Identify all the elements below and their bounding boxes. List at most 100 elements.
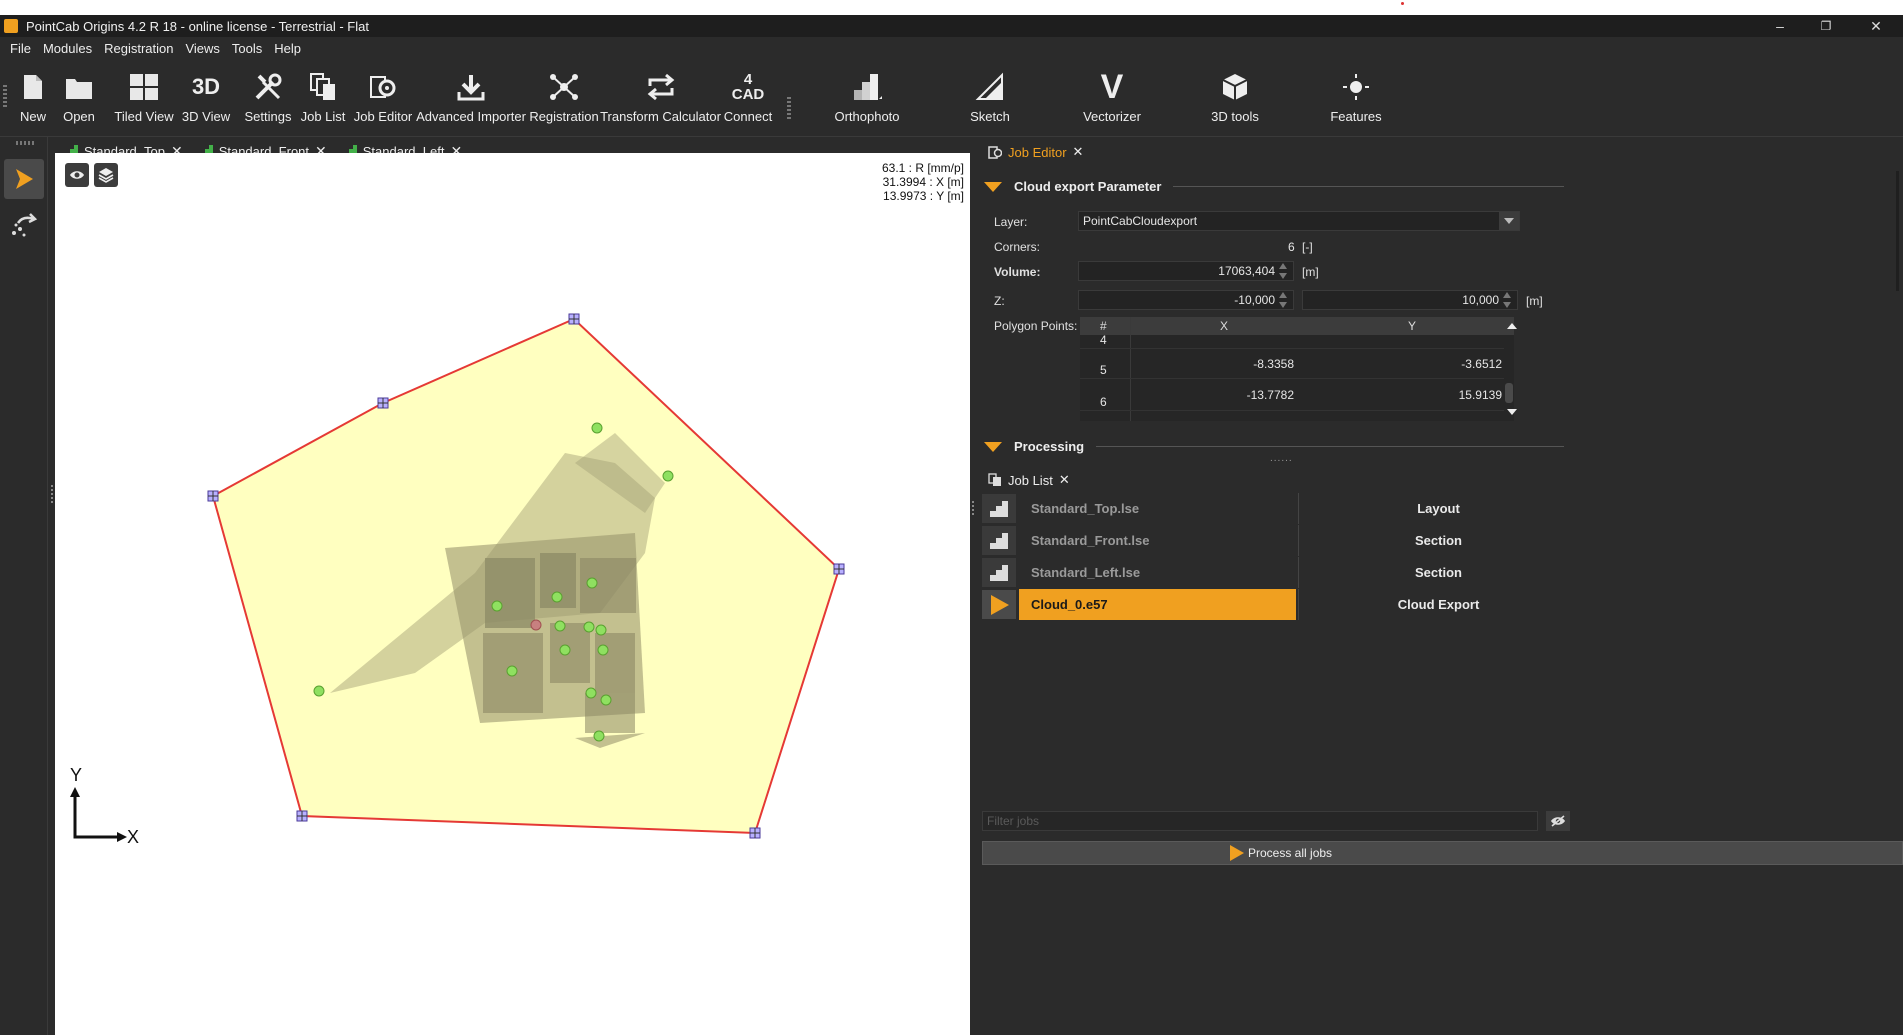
volume-label: Volume: xyxy=(994,265,1041,279)
polygon-points-table[interactable]: # X Y 4 5 -8.3358 -3.6512 6 -13.7782 15.… xyxy=(1080,317,1514,421)
volume-spinner[interactable] xyxy=(1279,263,1291,279)
panel-resize-handle[interactable] xyxy=(972,501,974,517)
left-tool-strip xyxy=(0,137,48,1035)
job-row-cloud-export[interactable]: Cloud_0.e57 Cloud Export xyxy=(982,589,1903,620)
vertex-handle xyxy=(749,827,761,839)
collapse-triangle-icon xyxy=(984,181,1002,192)
job-editor-panel-tab[interactable]: Job Editor ✕ xyxy=(988,143,1083,161)
layers-icon xyxy=(98,168,114,183)
cloud-export-section-header[interactable]: Cloud export Parameter xyxy=(984,179,1564,194)
vertex-handle xyxy=(833,563,845,575)
visibility-toggle-button[interactable] xyxy=(65,163,89,187)
point-path-tool-button[interactable] xyxy=(8,209,40,241)
settings-button[interactable]: Settings xyxy=(245,61,292,137)
pointcab-logo-icon xyxy=(4,19,18,33)
map-viewport[interactable]: Y X 63.1 : R [mm/p] 31.3994 : X [m] 13.9… xyxy=(55,153,970,1035)
select-tool-button[interactable] xyxy=(4,159,44,199)
orthophoto-job-icon xyxy=(982,526,1016,555)
z-max-input[interactable]: 10,000 xyxy=(1302,290,1518,310)
table-scroll-up-icon[interactable] xyxy=(1507,323,1517,329)
z-unit: [m] xyxy=(1526,294,1543,308)
menu-file[interactable]: File xyxy=(10,41,31,56)
new-button[interactable]: New xyxy=(20,61,46,137)
job-row-standard-front[interactable]: Standard_Front.lse Section xyxy=(982,525,1903,556)
job-row-standard-left[interactable]: Standard_Left.lse Section xyxy=(982,557,1903,588)
new-document-icon xyxy=(22,65,44,109)
editor-scrollbar[interactable] xyxy=(1896,171,1899,291)
corners-label: Corners: xyxy=(994,240,1041,254)
menu-tools[interactable]: Tools xyxy=(232,41,262,56)
layer-select[interactable]: PointCabCloudexport xyxy=(1078,211,1520,231)
3d-text-icon: 3D xyxy=(191,74,221,99)
corners-value: 6 xyxy=(1288,240,1295,254)
restore-button[interactable]: ❐ xyxy=(1803,15,1849,37)
connect-cad-button[interactable]: 4 CAD Connect xyxy=(724,61,772,137)
job-list-panel-tab[interactable]: Job List ✕ xyxy=(988,471,1070,489)
window-title: PointCab Origins 4.2 R 18 - online licen… xyxy=(26,18,369,34)
job-editor-button[interactable]: Job Editor xyxy=(354,61,412,137)
chevron-down-icon[interactable] xyxy=(1499,212,1519,230)
collapse-triangle-icon xyxy=(984,441,1002,452)
job-list-icon xyxy=(309,65,337,109)
panel-splitter[interactable]: ...... xyxy=(1270,453,1293,464)
cursor-arrow-icon xyxy=(16,169,33,189)
wrench-screwdriver-icon xyxy=(253,65,283,109)
open-button[interactable]: Open xyxy=(62,61,96,137)
right-panel: Job Editor ✕ Cloud export Parameter Laye… xyxy=(972,137,1903,1035)
3d-tools-button[interactable]: 3D tools xyxy=(1211,61,1259,137)
orthophoto-job-icon xyxy=(982,494,1016,523)
point-cloud-canvas[interactable] xyxy=(55,153,970,1035)
table-header: # X Y xyxy=(1080,317,1514,335)
registration-button[interactable]: Registration xyxy=(529,61,599,137)
play-icon xyxy=(982,590,1016,619)
close-button[interactable]: ✕ xyxy=(1853,15,1899,37)
z-max-spinner[interactable] xyxy=(1503,292,1515,308)
folder-icon xyxy=(64,65,94,109)
advanced-importer-button[interactable]: Advanced Importer xyxy=(416,61,526,137)
orthophoto-icon xyxy=(852,65,882,109)
toolbar-grip[interactable] xyxy=(3,85,7,107)
orthophoto-button[interactable]: Orthophoto xyxy=(834,61,900,137)
grid-icon xyxy=(129,65,159,109)
z-min-input[interactable]: -10,000 xyxy=(1078,290,1294,310)
menu-modules[interactable]: Modules xyxy=(43,41,92,56)
point-path-icon xyxy=(12,213,38,237)
cad-connect-icon: 4 CAD xyxy=(731,71,765,103)
volume-unit: [m] xyxy=(1302,265,1319,279)
minimize-button[interactable]: – xyxy=(1757,15,1803,37)
vectorizer-button[interactable]: V Vectorizer xyxy=(1083,61,1141,137)
sketch-button[interactable]: Sketch xyxy=(970,61,1010,137)
tiled-view-button[interactable]: Tiled View xyxy=(114,61,174,137)
panel-close-icon[interactable]: ✕ xyxy=(1059,472,1070,488)
main-toolbar: New Open Tiled View 3D 3D View Settings xyxy=(0,61,1903,137)
strip-grip[interactable] xyxy=(16,141,34,145)
layer-label: Layer: xyxy=(994,215,1028,229)
processing-section-header[interactable]: Processing xyxy=(984,439,1564,454)
z-min-spinner[interactable] xyxy=(1279,292,1291,308)
table-row[interactable]: 6 -13.7782 15.9139 xyxy=(1080,381,1504,411)
3d-view-button[interactable]: 3D 3D View xyxy=(182,61,230,137)
job-list-button[interactable]: Job List xyxy=(301,61,345,137)
menu-help[interactable]: Help xyxy=(274,41,301,56)
viewport-splitter-handle[interactable] xyxy=(51,485,53,503)
job-row-standard-top[interactable]: Standard_Top.lse Layout xyxy=(982,493,1903,524)
y-readout: 13.9973 : Y [m] xyxy=(883,189,964,203)
features-button[interactable]: Features xyxy=(1330,61,1382,137)
table-row[interactable]: 4 xyxy=(1080,333,1504,349)
stray-red-dot xyxy=(1401,2,1404,5)
scale-readout: 63.1 : R [mm/p] xyxy=(881,161,964,175)
toolbar-grip-2[interactable] xyxy=(787,97,791,119)
process-all-jobs-button[interactable]: Process all jobs xyxy=(982,841,1903,865)
panel-close-icon[interactable]: ✕ xyxy=(1073,144,1084,160)
layers-button[interactable] xyxy=(94,163,118,187)
z-label: Z: xyxy=(994,294,1005,308)
volume-input[interactable]: 17063,404 xyxy=(1078,261,1294,281)
vertex-handle xyxy=(207,490,219,502)
transform-calculator-button[interactable]: Transform Calculator xyxy=(600,61,721,137)
table-row[interactable]: 5 -8.3358 -3.6512 xyxy=(1080,349,1504,379)
menu-registration[interactable]: Registration xyxy=(104,41,173,56)
hide-completed-button[interactable] xyxy=(1546,811,1570,831)
filter-jobs-input[interactable]: Filter jobs xyxy=(982,811,1538,831)
table-scroll-down-icon[interactable] xyxy=(1507,409,1517,415)
menu-views[interactable]: Views xyxy=(185,41,219,56)
